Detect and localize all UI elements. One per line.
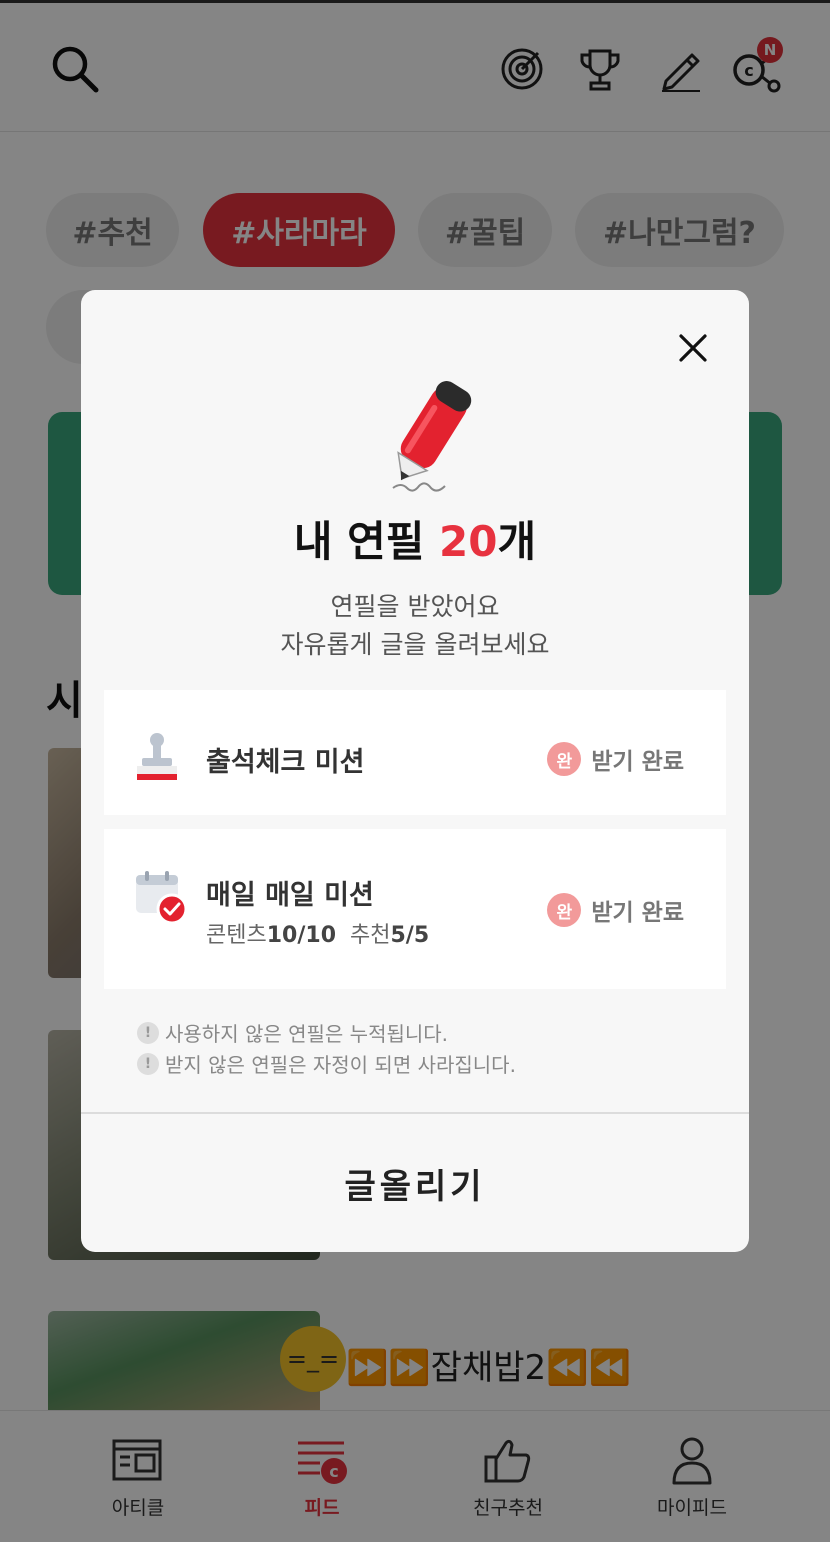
notice-list: ! 사용하지 않은 연필은 누적됩니다. ! 받지 않은 연필은 자정이 되면 사라… [137, 1017, 516, 1079]
subtitle-line: 자유롭게 글을 올려보세요 [280, 630, 550, 659]
mission-progress: 콘텐츠10/10 추천5/5 [206, 917, 429, 949]
mission-status: 완 받기 완료 [547, 742, 684, 776]
progress-label: 추천 [350, 923, 391, 948]
title-prefix: 내 연필 [293, 517, 440, 566]
mission-card-attendance: 출석체크 미션 완 받기 완료 [104, 690, 726, 815]
modal-subtitle: 연필을 받았어요 자유롭게 글을 올려보세요 [81, 588, 749, 664]
progress-label: 콘텐츠 [206, 923, 267, 948]
exclamation-icon: ! [137, 1052, 159, 1075]
subtitle-line: 연필을 받았어요 [330, 592, 500, 621]
write-post-button[interactable]: 글올리기 [81, 1114, 749, 1252]
close-icon [679, 334, 707, 362]
notice-text: 받지 않은 연필은 자정이 되면 사라집니다. [165, 1053, 516, 1077]
progress-value: 10/10 [266, 923, 336, 948]
notice-text: 사용하지 않은 연필은 누적됩니다. [165, 1022, 449, 1046]
done-badge: 완 [547, 893, 582, 927]
status-text: 받기 완료 [591, 900, 684, 926]
mission-title: 매일 매일 미션 [206, 880, 374, 911]
stamp-icon [137, 733, 177, 780]
progress-value: 5/5 [390, 923, 430, 948]
exclamation-icon: ! [137, 1021, 159, 1044]
pencil-count: 20 [439, 517, 498, 566]
done-badge: 완 [547, 742, 582, 776]
red-pencil-icon [392, 381, 472, 492]
mission-card-daily: 매일 매일 미션 콘텐츠10/10 추천5/5 완 받기 완료 [104, 829, 726, 989]
calendar-check-icon [136, 871, 188, 925]
status-text: 받기 완료 [591, 749, 684, 775]
mission-status: 완 받기 완료 [547, 893, 684, 927]
notice-item: ! 받지 않은 연필은 자정이 되면 사라집니다. [137, 1048, 516, 1079]
pencil-count-title: 내 연필 20개 [81, 508, 749, 569]
title-suffix: 개 [497, 517, 537, 566]
notice-item: ! 사용하지 않은 연필은 누적됩니다. [137, 1017, 516, 1048]
pencil-reward-modal: 내 연필 20개 연필을 받았어요 자유롭게 글을 올려보세요 출석체크 미션 … [81, 290, 749, 1252]
close-button[interactable] [669, 324, 717, 372]
mission-title: 출석체크 미션 [206, 747, 365, 778]
